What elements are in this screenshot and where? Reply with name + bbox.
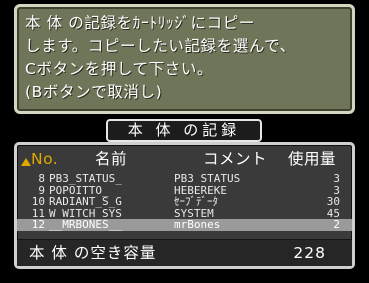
record-row[interactable]: 8 PB3_STATUS_ PB3 STATUS 3 [17, 173, 352, 185]
header-usage: 使用量 [288, 150, 337, 168]
record-usage: 3 [333, 172, 340, 185]
save-record-list: No. 名前 コメント 使用量 8 PB3_STATUS_ PB3 STATUS… [14, 142, 355, 269]
header-no: No. [31, 150, 59, 168]
list-title: 本 体 の記録 [106, 119, 262, 142]
message-line: Cボタンを押して下さい。 [25, 60, 214, 78]
instruction-message-box: 本 体 の記録をｶｰﾄﾘｯｼﾞにコピー します。コピーしたい記録を選んで、 Cボ… [14, 4, 355, 114]
record-no: 8 [38, 172, 45, 185]
record-rows: 8 PB3_STATUS_ PB3 STATUS 3 9 POPOITTO_ H… [17, 173, 352, 231]
header-name: 名前 [95, 150, 128, 168]
message-line: します。コピーしたい記録を選んで、 [25, 37, 296, 55]
record-comment: PB3 STATUS [174, 172, 241, 185]
message-line: 本 体 の記録をｶｰﾄﾘｯｼﾞにコピー [25, 14, 255, 32]
record-name: __MRBONES__ [49, 218, 122, 232]
record-row-selected[interactable]: 12 __MRBONES__ mrBones 2 [17, 219, 352, 231]
list-header: No. 名前 コメント 使用量 [17, 147, 352, 171]
message-line: (Bボタンで取消し) [25, 83, 163, 101]
save-manager-screen: 本 体 の記録をｶｰﾄﾘｯｼﾞにコピー します。コピーしたい記録を選んで、 Cボ… [0, 0, 369, 283]
record-no: 12 [31, 218, 45, 232]
free-space-label: 本 体 の空き容量 [29, 244, 157, 262]
record-usage: 2 [333, 218, 340, 232]
header-comment: コメント [203, 150, 268, 168]
record-name: PB3_STATUS_ [49, 172, 122, 185]
free-space-row: 本 体 の空き容量 228 [17, 239, 352, 266]
sort-arrow-icon[interactable] [21, 158, 31, 166]
record-comment: mrBones [174, 218, 221, 232]
free-space-value: 228 [293, 244, 326, 262]
